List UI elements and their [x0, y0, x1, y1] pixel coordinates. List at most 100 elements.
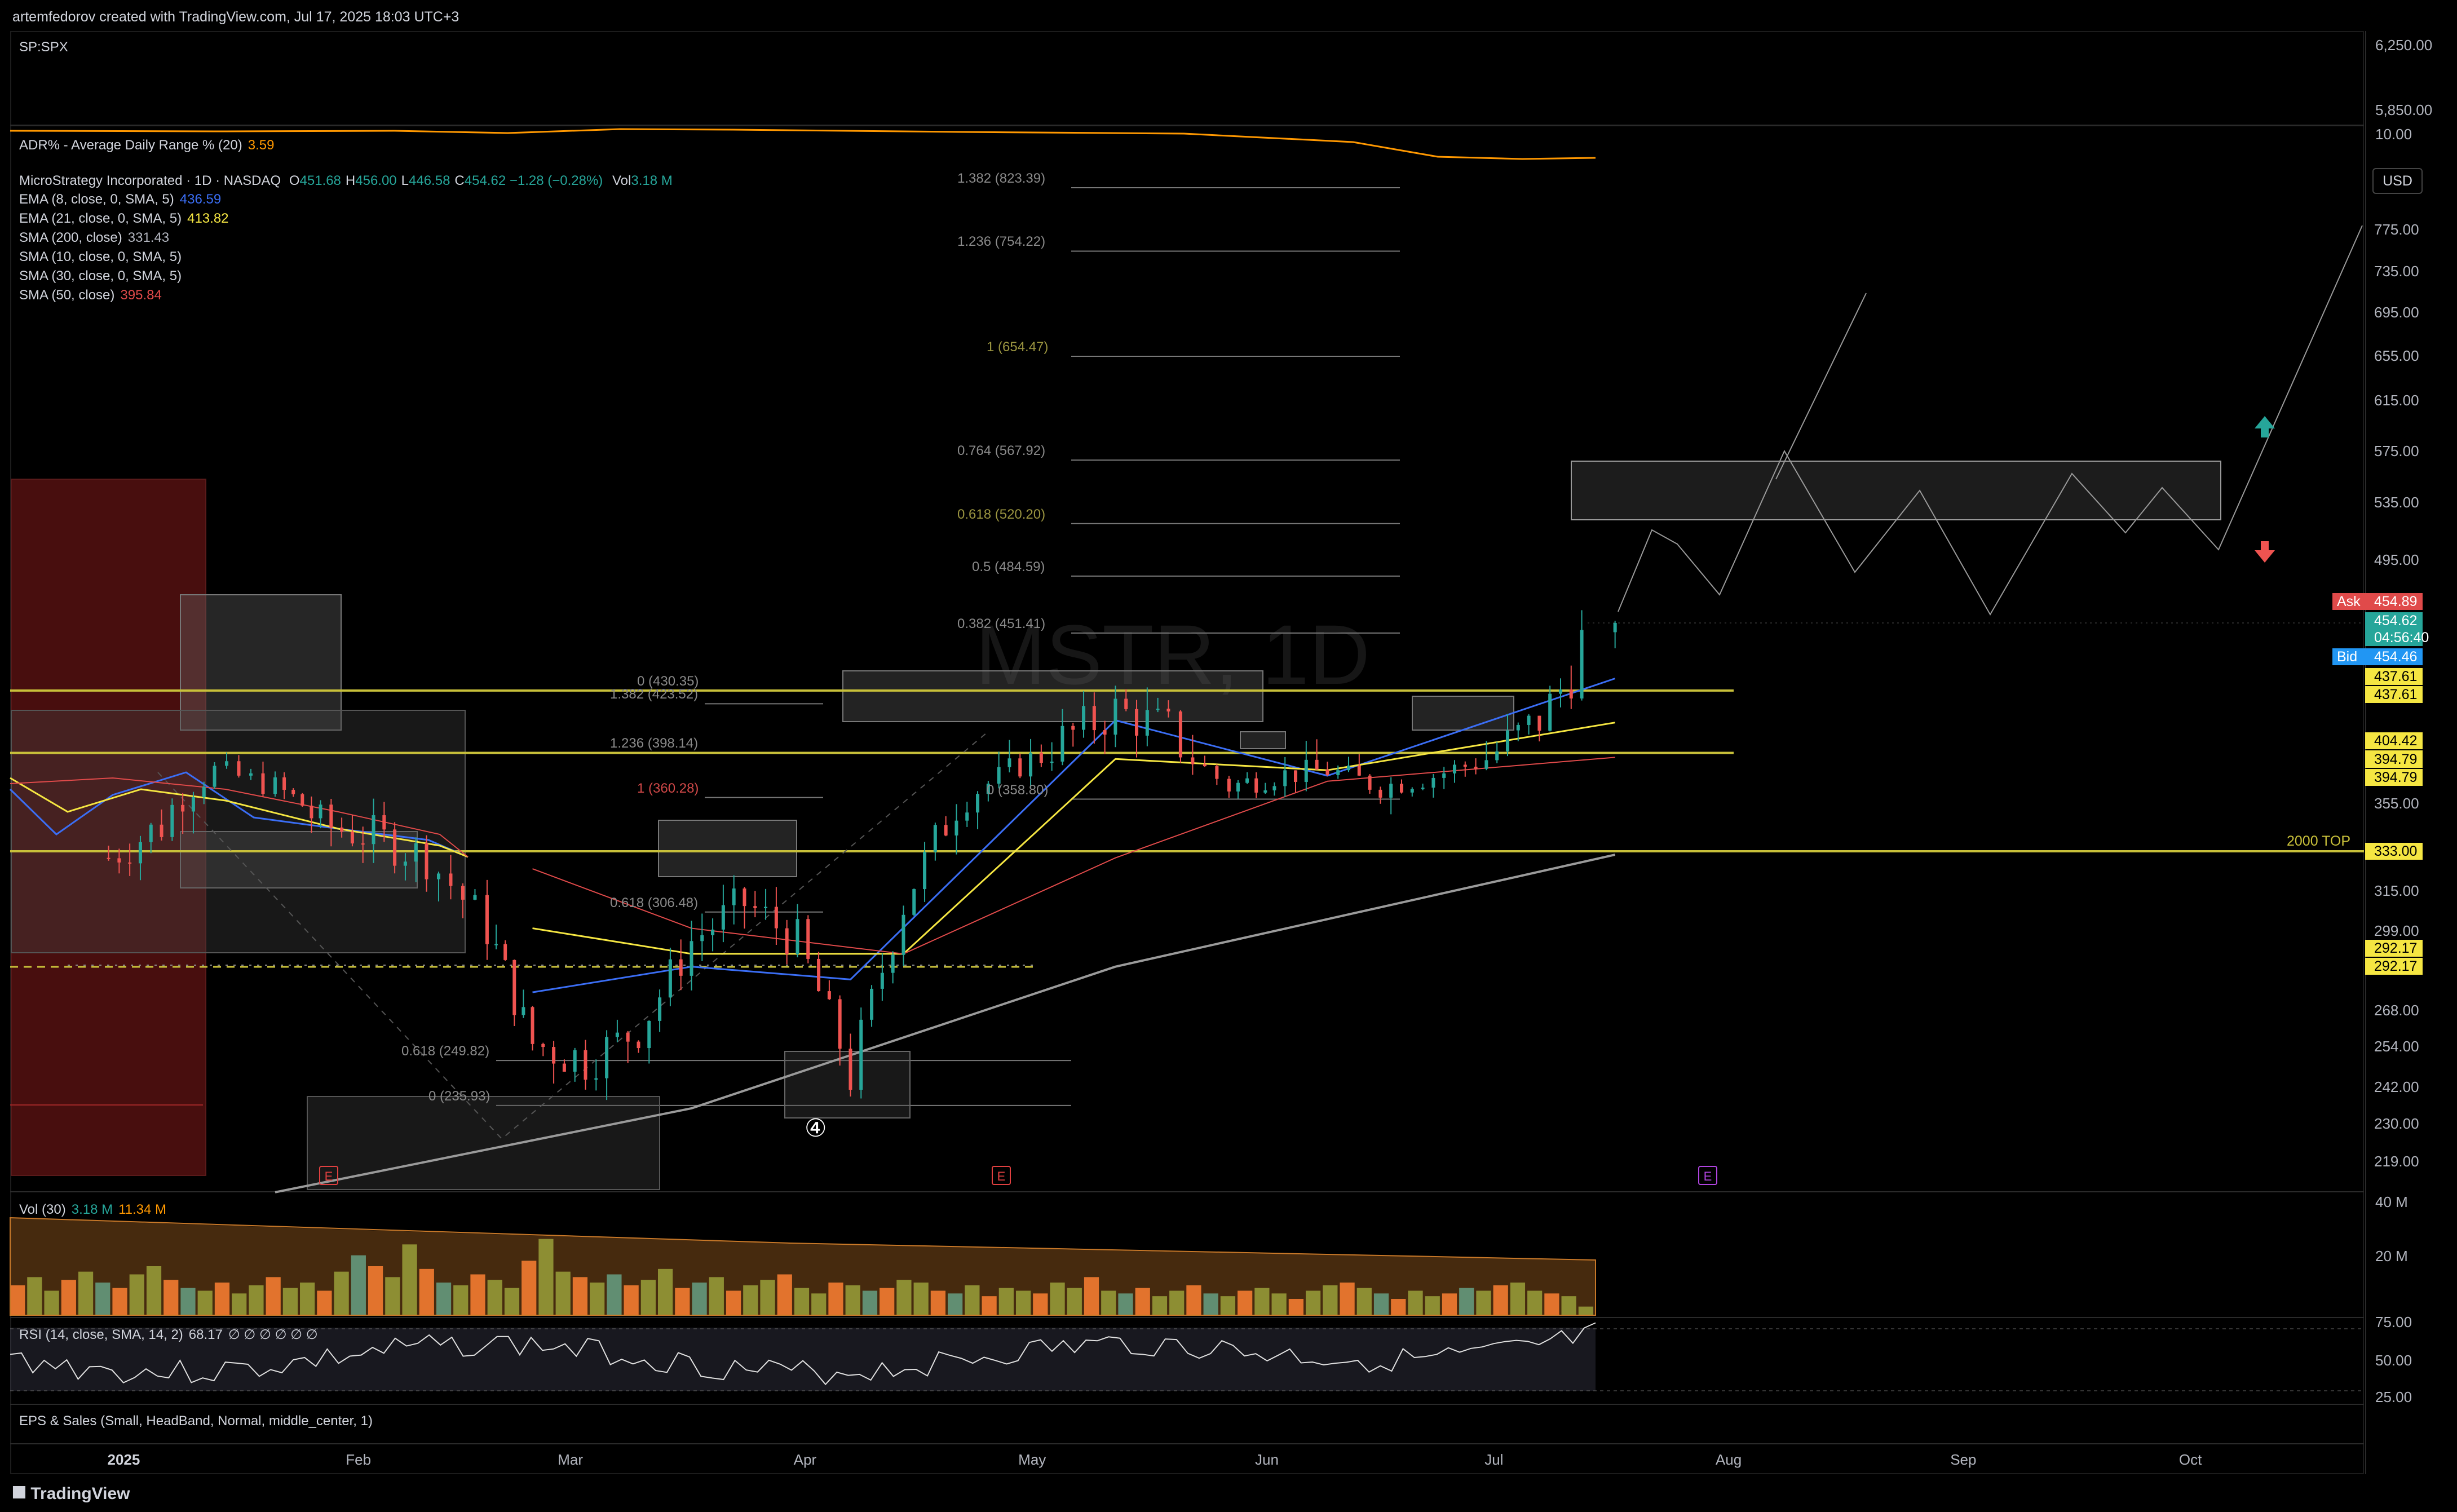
indicator-name[interactable]: SMA (50, close): [19, 288, 114, 303]
candle-body: [764, 907, 768, 909]
rsi-extras: ∅ ∅ ∅ ∅ ∅ ∅: [228, 1327, 318, 1342]
zone-box: [1412, 696, 1514, 731]
candle-body: [138, 842, 142, 864]
adr-axis-label: 10.00: [2375, 126, 2412, 143]
candle-body: [1145, 710, 1149, 736]
candle-body: [605, 1037, 609, 1078]
candle-body: [1580, 630, 1584, 698]
candle-body: [1304, 759, 1308, 782]
candle-body: [512, 960, 516, 1015]
candle-body: [1124, 698, 1128, 709]
rsi-legend: RSI (14, close, SMA, 14, 2) 68.17 ∅ ∅ ∅ ∅ …: [19, 1327, 318, 1343]
candle-body: [954, 820, 958, 835]
candle-body: [273, 777, 277, 794]
price-axis-label: 615.00: [2374, 392, 2419, 409]
candle-body: [213, 766, 216, 787]
time-axis-label: Sep: [1950, 1451, 1977, 1468]
price-axis-label: 575.00: [2374, 443, 2419, 459]
earnings-badge[interactable]: E: [992, 1166, 1011, 1185]
price-axis-label: 695.00: [2374, 304, 2419, 321]
candle-body: [880, 972, 884, 989]
candle-body: [1166, 709, 1170, 711]
time-axis[interactable]: 2025 Feb Mar Apr May Jun Jul Aug Sep Oct: [10, 1443, 2364, 1475]
price-axis-label: 355.00: [2374, 795, 2419, 812]
indicator-name[interactable]: EMA (8, close, 0, SMA, 5): [19, 192, 174, 207]
indicator-name[interactable]: SMA (30, close, 0, SMA, 5): [19, 268, 182, 284]
indicator-row: SMA (200, close) 331.43: [19, 230, 169, 246]
candle-body: [340, 827, 344, 832]
candle-body: [261, 773, 265, 794]
candle-body: [1294, 770, 1298, 782]
fib-level-label: 1 (360.28): [637, 780, 699, 796]
price-tag-label: Bid: [2332, 648, 2365, 665]
symbol-title[interactable]: MicroStrategy Incorporated · 1D · NASDAQ: [19, 173, 281, 188]
candle-body: [1421, 788, 1425, 789]
fib-level-label: 1 (654.47): [987, 339, 1049, 355]
price-axis-label: 315.00: [2374, 882, 2419, 899]
candle-body: [647, 1020, 651, 1049]
earnings-badge[interactable]: E: [319, 1166, 338, 1185]
candle-body: [849, 1049, 852, 1090]
ohlc-key: O: [289, 173, 300, 188]
indicator-row: SMA (30, close, 0, SMA, 5): [19, 268, 182, 284]
ohlc-value: 456.00: [355, 173, 397, 188]
adr-legend: ADR% - Average Daily Range % (20) 3.59: [19, 138, 274, 153]
fib-level-label: 1.382 (823.39): [957, 171, 1046, 186]
zone-box: [658, 820, 797, 877]
candle-body: [319, 804, 322, 819]
candle-body: [944, 825, 948, 835]
volume-ma-area: [10, 1217, 1596, 1316]
tv-logo-text: TradingView: [30, 1484, 130, 1503]
adr-line: [394, 128, 1596, 160]
candle-body: [817, 958, 821, 992]
candle-body: [1368, 775, 1372, 790]
candle-body: [541, 1044, 545, 1047]
candle-body: [473, 895, 477, 900]
candle-body: [923, 851, 927, 890]
candle-body: [372, 815, 375, 845]
candle-body: [732, 888, 736, 905]
candle-body: [1263, 790, 1267, 793]
candle-body: [449, 873, 453, 886]
candle-body: [107, 857, 111, 859]
fib-level-label: 0.618 (306.48): [610, 895, 699, 910]
candle-body: [1452, 764, 1456, 773]
time-axis-label: Aug: [1715, 1451, 1742, 1468]
candle-body: [997, 767, 1001, 784]
candle-body: [976, 794, 980, 813]
candle-body: [1018, 758, 1022, 777]
candle-body: [859, 1019, 863, 1090]
indicator-name[interactable]: SMA (10, close, 0, SMA, 5): [19, 249, 182, 264]
candle-body: [117, 858, 121, 863]
candle-body: [301, 794, 304, 806]
vol-value: 3.18 M: [631, 173, 673, 188]
chart-canvas[interactable]: [0, 0, 2457, 1512]
candle-body: [1203, 764, 1207, 767]
volume-ma-value: 11.34 M: [118, 1202, 167, 1217]
earnings-badge[interactable]: E: [1698, 1166, 1717, 1185]
down-arrow-icon: [2255, 541, 2275, 563]
candle-body: [1516, 724, 1520, 731]
currency-button[interactable]: USD: [2372, 168, 2423, 194]
price-tag: 404.42: [2365, 732, 2423, 749]
price-tag: 454.89: [2365, 593, 2423, 610]
fib-level-label: 0.5 (484.59): [972, 559, 1045, 574]
fib-level-label: 0 (358.80): [987, 782, 1049, 798]
candle-body: [531, 1007, 534, 1044]
candle-body: [626, 1032, 630, 1042]
candle-body: [1007, 758, 1011, 767]
indicator-name[interactable]: EMA (21, close, 0, SMA, 5): [19, 211, 182, 226]
indicator-name[interactable]: SMA (200, close): [19, 230, 122, 245]
candle-body: [838, 999, 842, 1049]
time-axis-label: Mar: [558, 1451, 584, 1468]
fib-level-label: 0 (235.93): [428, 1088, 490, 1104]
candle-body: [552, 1047, 556, 1064]
candle-body: [902, 914, 905, 955]
zone-box: [784, 1051, 911, 1118]
ohlc-key: H: [345, 173, 356, 188]
candle-body: [1039, 753, 1043, 763]
candle-body: [1569, 689, 1573, 698]
candle-body: [393, 829, 397, 866]
tradingview-logo[interactable]: ⯀ TradingView: [12, 1484, 130, 1504]
time-axis-label: May: [1018, 1451, 1046, 1468]
